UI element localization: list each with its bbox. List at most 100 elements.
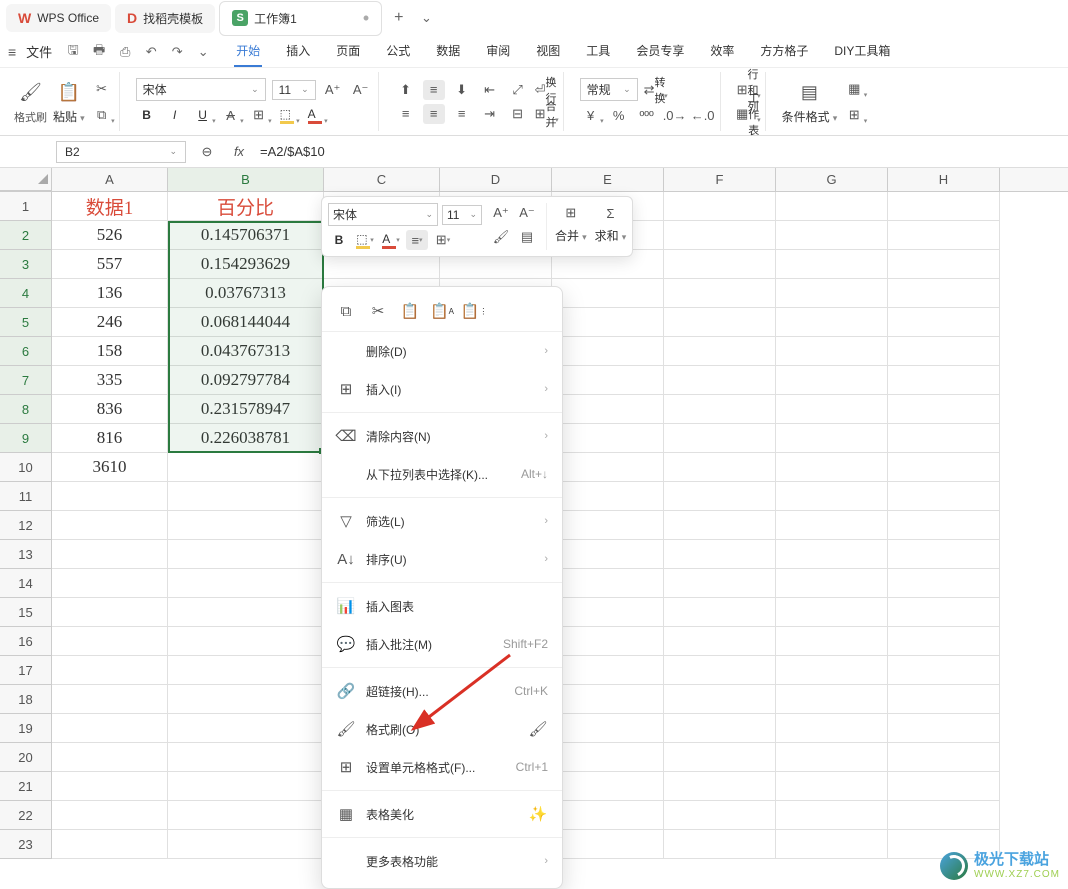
currency-icon[interactable]: ¥▾ — [580, 105, 602, 125]
table-style-icon[interactable]: ▦▾ — [843, 79, 865, 99]
indent-dec-icon[interactable]: ⇤ — [479, 80, 501, 100]
cell[interactable] — [888, 598, 1000, 627]
print-icon[interactable]: 🖶 — [88, 41, 110, 63]
cell[interactable] — [552, 337, 664, 366]
fx-icon[interactable]: fx — [228, 142, 250, 162]
cell[interactable] — [888, 250, 1000, 279]
cell[interactable] — [168, 801, 324, 830]
mini-bold-icon[interactable]: B — [328, 230, 350, 250]
cell[interactable] — [168, 540, 324, 569]
cell[interactable] — [552, 743, 664, 772]
ctx-beautify[interactable]: ▦表格美化✨ — [322, 795, 562, 833]
row-header-13[interactable]: 13 — [0, 540, 52, 569]
cell[interactable] — [664, 482, 776, 511]
wrap-text-button[interactable]: ⏎ 换行 — [535, 80, 557, 100]
cell[interactable] — [776, 192, 888, 221]
format-painter-button[interactable]: 🖌格式刷 — [14, 79, 47, 125]
row-header-6[interactable]: 6 — [0, 337, 52, 366]
cell[interactable] — [776, 714, 888, 743]
cell[interactable] — [776, 772, 888, 801]
row-header-1[interactable]: 1 — [0, 192, 52, 221]
name-box[interactable]: B2⌄ — [56, 141, 186, 163]
cell[interactable] — [776, 453, 888, 482]
ctx-delete[interactable]: 删除(D)› — [322, 332, 562, 370]
cell[interactable] — [888, 337, 1000, 366]
cell[interactable] — [776, 511, 888, 540]
cell[interactable] — [664, 801, 776, 830]
ctx-copy-icon[interactable]: ⧉ — [336, 301, 356, 321]
cell[interactable]: 百分比 — [168, 192, 324, 221]
cell[interactable] — [664, 511, 776, 540]
cell[interactable] — [888, 714, 1000, 743]
tab-formula[interactable]: 公式 — [384, 36, 412, 67]
dec-dec-icon[interactable]: ←.0 — [692, 105, 714, 125]
select-all-corner[interactable] — [0, 168, 52, 191]
cell[interactable] — [664, 250, 776, 279]
mini-align-icon[interactable]: ≡▾ — [406, 230, 428, 250]
border-icon[interactable]: ⊞▾ — [248, 105, 270, 125]
col-header-E[interactable]: E — [552, 168, 664, 191]
col-header-H[interactable]: H — [888, 168, 1000, 191]
cell[interactable] — [552, 395, 664, 424]
row-header-17[interactable]: 17 — [0, 656, 52, 685]
cell[interactable] — [664, 685, 776, 714]
cell[interactable]: 0.145706371 — [168, 221, 324, 250]
ctx-paste-text-icon[interactable]: 📋A — [432, 301, 452, 321]
ctx-hyperlink[interactable]: 🔗超链接(H)...Ctrl+K — [322, 672, 562, 710]
cell[interactable] — [776, 337, 888, 366]
fill-color-icon[interactable]: ⬚▾ — [276, 105, 298, 125]
cell[interactable] — [664, 453, 776, 482]
cell[interactable] — [664, 540, 776, 569]
paste-button[interactable]: 📋粘贴 ▾ — [53, 78, 85, 125]
tab-tools[interactable]: 工具 — [584, 36, 612, 67]
number-format-select[interactable]: 常规⌄ — [580, 78, 638, 101]
cell[interactable]: 0.092797784 — [168, 366, 324, 395]
cell[interactable] — [776, 221, 888, 250]
ctx-cell-format[interactable]: ⊞设置单元格格式(F)...Ctrl+1 — [322, 748, 562, 786]
cell[interactable] — [888, 569, 1000, 598]
cell[interactable] — [52, 743, 168, 772]
cell[interactable] — [888, 192, 1000, 221]
qat-dropdown-icon[interactable]: ⌄ — [192, 41, 214, 63]
col-header-G[interactable]: G — [776, 168, 888, 191]
cell[interactable] — [52, 482, 168, 511]
cell[interactable] — [664, 221, 776, 250]
cell[interactable] — [168, 482, 324, 511]
cell[interactable] — [888, 221, 1000, 250]
cell[interactable]: 557 — [52, 250, 168, 279]
cell[interactable] — [52, 714, 168, 743]
tab-menu-icon[interactable]: • — [363, 8, 369, 29]
convert-button[interactable]: ⇄ 转换▾ — [644, 80, 666, 100]
cell[interactable] — [168, 627, 324, 656]
cell[interactable] — [776, 685, 888, 714]
cell[interactable]: 3610 — [52, 453, 168, 482]
save-icon[interactable]: 🖫 — [62, 41, 84, 63]
cell[interactable] — [552, 685, 664, 714]
cell[interactable]: 数据1 — [52, 192, 168, 221]
cell[interactable] — [52, 830, 168, 859]
ctx-clear[interactable]: ⌫清除内容(N)› — [322, 417, 562, 455]
cell[interactable] — [776, 482, 888, 511]
row-header-8[interactable]: 8 — [0, 395, 52, 424]
tab-diy[interactable]: DIY工具箱 — [832, 36, 892, 67]
cancel-formula-icon[interactable]: ⊖ — [196, 142, 218, 162]
new-tab-button[interactable]: + — [386, 5, 411, 31]
cell[interactable] — [552, 714, 664, 743]
cell[interactable]: 836 — [52, 395, 168, 424]
ctx-paste-icon[interactable]: 📋 — [400, 301, 420, 321]
cell[interactable] — [52, 627, 168, 656]
row-header-23[interactable]: 23 — [0, 830, 52, 859]
cell[interactable]: 0.043767313 — [168, 337, 324, 366]
mini-merge-label[interactable]: 合并 ▾ — [555, 227, 587, 244]
cond-format-button[interactable]: ▤条件格式 ▾ — [782, 78, 838, 125]
cell[interactable]: 816 — [52, 424, 168, 453]
row-header-11[interactable]: 11 — [0, 482, 52, 511]
mini-inc-font-icon[interactable]: A⁺ — [490, 203, 512, 223]
cell[interactable] — [664, 743, 776, 772]
underline-icon[interactable]: U▾ — [192, 105, 214, 125]
cell[interactable] — [888, 627, 1000, 656]
ctx-cut-icon[interactable]: ✂ — [368, 301, 388, 321]
cell[interactable] — [552, 569, 664, 598]
cell[interactable] — [776, 424, 888, 453]
cell[interactable] — [664, 569, 776, 598]
